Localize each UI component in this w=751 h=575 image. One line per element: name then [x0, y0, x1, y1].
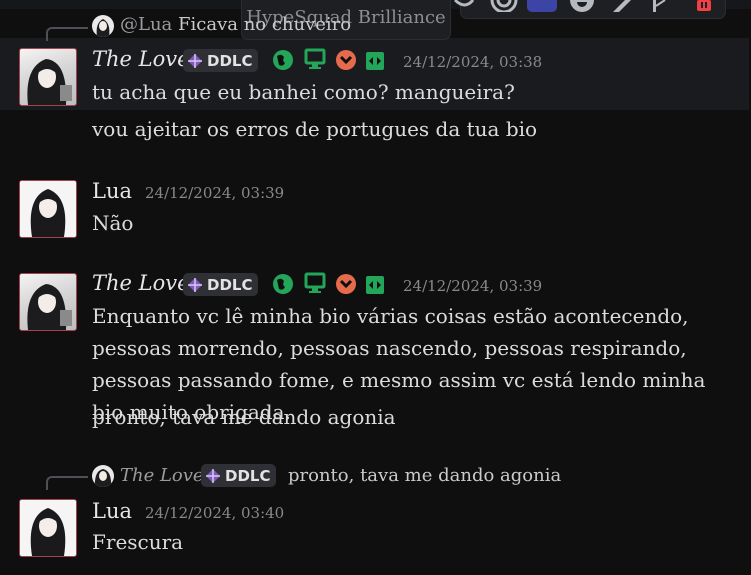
reply-author[interactable]: The Love [120, 465, 204, 486]
gem-icon [188, 277, 202, 292]
reply-avatar [92, 465, 114, 487]
timestamp[interactable]: 24/12/2024, 03:38 [403, 53, 542, 71]
server-tag[interactable]: DDLC [201, 464, 277, 487]
avatar[interactable] [19, 499, 77, 557]
message-line: pronto, tava me dando agonia [92, 405, 396, 429]
server-tag-label: DDLC [207, 51, 253, 70]
author-name[interactable]: Lua [92, 499, 132, 523]
gem-icon [188, 53, 202, 68]
avatar[interactable] [19, 273, 77, 331]
avatar[interactable] [19, 48, 77, 106]
hypesquad-globe-icon[interactable] [272, 273, 294, 295]
message-line: tu acha que eu banhei como? mangueira? [92, 80, 515, 104]
timestamp[interactable]: 24/12/2024, 03:39 [145, 184, 284, 202]
reply-content: pronto, tava me dando agonia [288, 465, 562, 486]
mention-icon[interactable] [489, 0, 519, 12]
reply-avatar [92, 15, 114, 37]
author-name[interactable]: Lua [92, 179, 132, 203]
server-tag[interactable]: DDLC [183, 273, 259, 296]
reply-preview[interactable]: @Lua Ficava no chuveiro [120, 14, 351, 35]
reply-author[interactable]: @Lua [120, 14, 172, 35]
emoji-icon[interactable] [569, 0, 595, 12]
reply-content: Ficava no chuveiro [178, 14, 352, 35]
reply-connector [46, 27, 88, 41]
desktop-icon[interactable] [304, 48, 326, 70]
server-tag-label: DDLC [207, 275, 253, 294]
screen-icon[interactable] [527, 0, 557, 12]
server-tag[interactable]: DDLC [183, 49, 259, 72]
timestamp[interactable]: 24/12/2024, 03:39 [403, 277, 542, 295]
nitro-badge-icon[interactable] [364, 274, 386, 296]
avatar[interactable] [19, 180, 77, 238]
message-line: vou ajeitar os erros de portugues da tua… [92, 117, 538, 141]
desktop-icon[interactable] [304, 272, 326, 294]
server-tag-label: DDLC [225, 466, 271, 485]
message-action-toolbar[interactable] [460, 0, 726, 19]
reply-connector [46, 476, 88, 490]
reply-icon[interactable] [453, 0, 475, 12]
timestamp[interactable]: 24/12/2024, 03:40 [145, 504, 284, 522]
author-name[interactable]: The Love [92, 47, 190, 71]
message-line: Não [92, 211, 134, 235]
hypesquad-globe-icon[interactable] [272, 49, 294, 71]
author-name[interactable]: The Love [92, 271, 190, 295]
reply-preview[interactable]: The Love [120, 465, 204, 486]
edit-icon[interactable] [611, 0, 633, 12]
nitro-badge-icon[interactable] [364, 50, 386, 72]
chevron-badge-icon[interactable] [335, 49, 357, 71]
gem-icon [206, 468, 220, 483]
message-line: Frescura [92, 530, 184, 554]
pin-icon[interactable] [651, 0, 667, 12]
delete-icon[interactable] [695, 0, 713, 12]
chevron-badge-icon[interactable] [335, 273, 357, 295]
